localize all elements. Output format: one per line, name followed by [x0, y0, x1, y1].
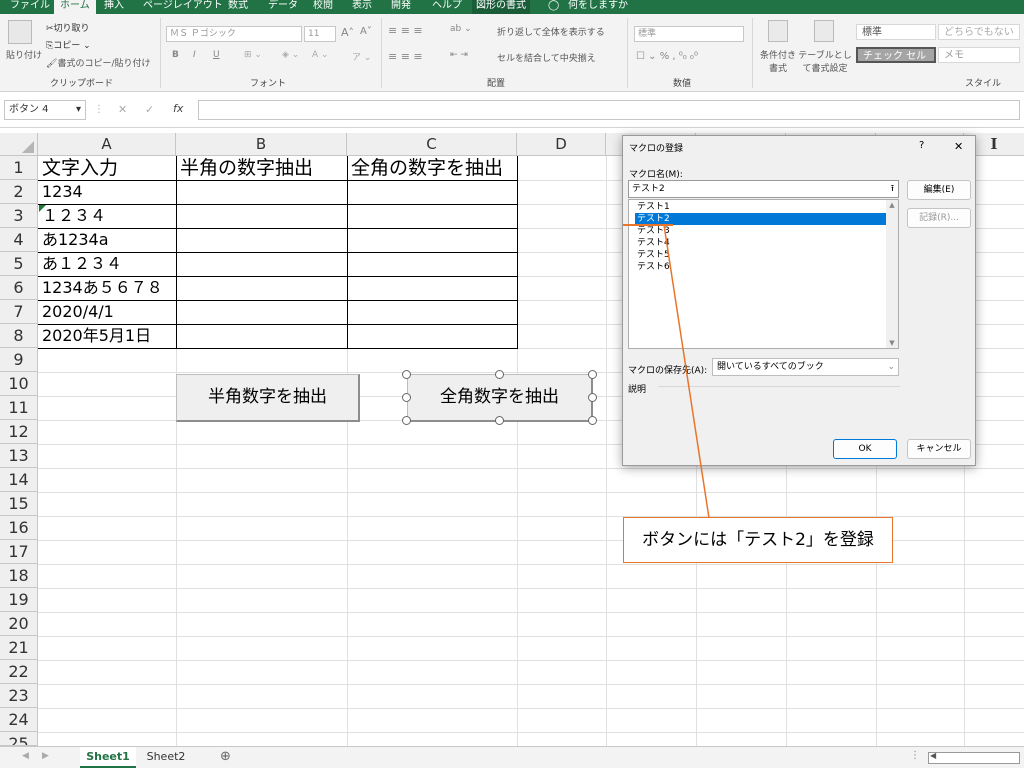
annotation-callout: ボタンには「テスト2」を登録	[623, 517, 893, 563]
scroll-left-icon[interactable]: ◀	[22, 751, 29, 761]
scroll-right-icon[interactable]: ▶	[42, 751, 49, 761]
sheet-tab-bar: ◀ ▶ Sheet1 Sheet2 ⊕ ⋮ ◀	[0, 746, 1024, 768]
tab-split-icon[interactable]: ⋮	[910, 750, 920, 761]
sheet-tab-sheet1[interactable]: Sheet1	[80, 747, 136, 768]
horizontal-scrollbar[interactable]: ◀	[928, 751, 1020, 764]
callout-leader-line	[663, 224, 710, 519]
scroll-left-icon[interactable]: ◀	[930, 751, 936, 760]
add-sheet-icon[interactable]: ⊕	[220, 749, 231, 764]
sheet-tab-sheet2[interactable]: Sheet2	[140, 747, 192, 768]
